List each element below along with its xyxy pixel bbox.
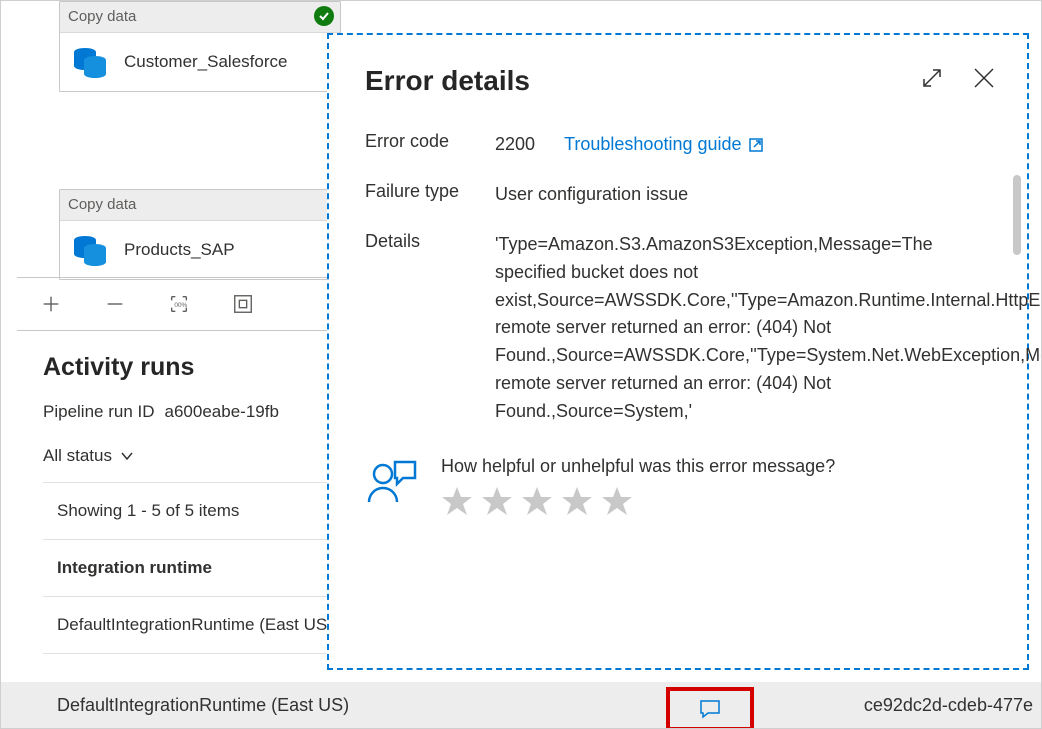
error-code-row: Error code 2200 Troubleshooting guide <box>365 131 997 159</box>
pipeline-run-id-label: Pipeline run ID <box>43 402 155 422</box>
status-filter-dropdown[interactable]: All status <box>43 446 343 483</box>
activity-card-customer[interactable]: Copy data Customer_Salesforce <box>59 1 341 92</box>
failure-type-row: Failure type User configuration issue <box>365 181 997 209</box>
troubleshooting-guide-label: Troubleshooting guide <box>564 131 741 159</box>
chevron-down-icon <box>120 449 134 463</box>
error-fields: Error code 2200 Troubleshooting guide Fa… <box>365 131 997 426</box>
details-value: 'Type=Amazon.S3.AmazonS3Exception,Messag… <box>495 231 985 426</box>
activity-card-header: Copy data <box>60 190 340 221</box>
activity-type-label: Copy data <box>68 8 136 25</box>
canvas-toolbar: 00% <box>17 277 359 331</box>
zoom-fit-button[interactable] <box>231 292 255 316</box>
database-icon <box>70 42 110 82</box>
selected-activity-row[interactable]: DefaultIntegrationRuntime (East US) ce92… <box>1 682 1041 728</box>
feedback-question: How helpful or unhelpful was this error … <box>441 456 835 477</box>
details-row: Details 'Type=Amazon.S3.AmazonS3Exceptio… <box>365 231 997 426</box>
runtime-row[interactable]: DefaultIntegrationRuntime (East US) <box>43 597 343 654</box>
error-details-popover: Error details Error code 2200 Troublesho… <box>327 33 1029 670</box>
star-5[interactable] <box>601 485 633 517</box>
showing-count: Showing 1 - 5 of 5 items <box>43 483 343 540</box>
zoom-out-button[interactable] <box>103 292 127 316</box>
pipeline-run-id-row: Pipeline run ID a600eabe-19fb <box>43 402 343 422</box>
expand-icon[interactable] <box>919 65 945 91</box>
svg-text:00%: 00% <box>174 302 187 309</box>
scrollbar-thumb[interactable] <box>1013 175 1021 255</box>
troubleshooting-guide-link[interactable]: Troubleshooting guide <box>564 131 763 159</box>
activity-name: Customer_Salesforce <box>124 52 287 72</box>
star-1[interactable] <box>441 485 473 517</box>
error-code-value: 2200 <box>495 134 535 154</box>
activity-runs-heading: Activity runs <box>43 353 343 382</box>
pipeline-run-id-value: a600eabe-19fb <box>165 402 279 422</box>
failure-type-value: User configuration issue <box>495 181 688 209</box>
external-link-icon <box>748 137 764 153</box>
zoom-100-button[interactable]: 00% <box>167 292 191 316</box>
chat-bubble-icon[interactable] <box>698 697 722 721</box>
failure-type-label: Failure type <box>365 181 495 202</box>
selected-runtime-name: DefaultIntegrationRuntime (East US) <box>1 695 349 716</box>
error-code-label: Error code <box>365 131 495 152</box>
activity-card-header: Copy data <box>60 2 340 33</box>
close-icon[interactable] <box>971 65 997 91</box>
star-4[interactable] <box>561 485 593 517</box>
activity-run-id: ce92dc2d-cdeb-477e <box>864 695 1033 716</box>
status-filter-label: All status <box>43 446 112 466</box>
activity-name: Products_SAP <box>124 240 235 260</box>
activity-runs-panel: Activity runs Pipeline run ID a600eabe-1… <box>43 353 343 654</box>
details-label: Details <box>365 231 495 252</box>
zoom-in-button[interactable] <box>39 292 63 316</box>
feedback-person-icon <box>365 456 419 504</box>
popover-title: Error details <box>365 65 530 97</box>
star-rating <box>441 485 835 517</box>
star-2[interactable] <box>481 485 513 517</box>
database-icon <box>70 230 110 270</box>
error-message-icon-highlight <box>666 687 754 729</box>
activity-card-products[interactable]: Copy data Products_SAP <box>59 189 341 280</box>
success-status-icon <box>314 6 334 26</box>
star-3[interactable] <box>521 485 553 517</box>
integration-runtime-header: Integration runtime <box>43 540 343 597</box>
left-column: Copy data Customer_Salesforce Copy data <box>1 1 361 728</box>
app-frame: Copy data Customer_Salesforce Copy data <box>0 0 1042 729</box>
activity-type-label: Copy data <box>68 196 136 213</box>
feedback-section: How helpful or unhelpful was this error … <box>365 456 997 517</box>
